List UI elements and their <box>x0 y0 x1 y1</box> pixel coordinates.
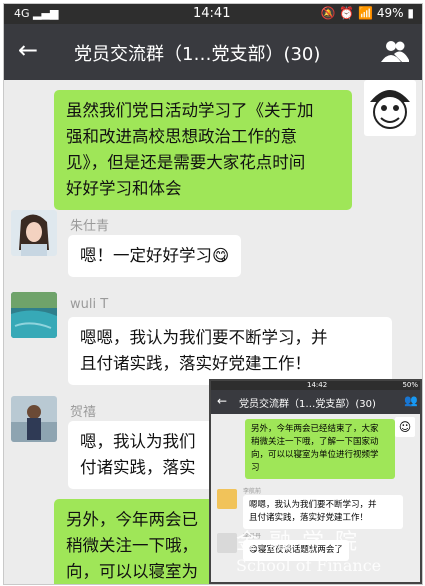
watermark-subtitle: School of Finance <box>236 556 382 575</box>
message-bubble-self[interactable]: 虽然我们党日活动学习了《关于加 强和改进高校思想政治工作的意 见》，但是还是需要… <box>54 90 352 210</box>
message-line: 强和改进高校思想政治工作的意 <box>66 127 297 146</box>
sender-name: wuli T <box>70 297 109 312</box>
wifi-icon: 📶 <box>358 6 374 20</box>
inset-avatar <box>217 489 237 509</box>
sender-name: 朱仕青 <box>70 219 110 234</box>
battery-level: 49% <box>376 6 404 20</box>
message-line: 虽然我们党日活动学习了《关于加 <box>66 101 314 120</box>
message-bubble[interactable]: 嗯嗯，我认为我们要不断学习，并 且付诸实践，落实好党建工作！ <box>68 317 392 385</box>
sender-name: 贺禧 <box>70 405 97 420</box>
alarm-icon: ⏰ <box>339 6 355 20</box>
watermark: 金 融 学 院 School of Finance <box>236 524 381 575</box>
battery-icon: ▮ <box>407 6 414 20</box>
inset-status-bar: 14:42 50% <box>211 381 420 390</box>
inset-members-icon: 👥 <box>404 394 418 407</box>
inset-message-line: 嗯嗯，我认为我们要不断学习，并 <box>249 500 377 510</box>
signal-indicator: 4G ▂▄▆ <box>14 7 59 20</box>
avatar-zhu[interactable] <box>11 210 57 256</box>
status-time: 14:41 <box>193 6 231 21</box>
inset-avatar <box>217 533 237 553</box>
network-label: 4G <box>14 7 30 20</box>
back-arrow-icon[interactable]: ← <box>18 36 38 64</box>
inset-message-bubble-self: 另外，今年两会已经结束了，大家 稍微关注一下哦，了解一下国家动 向，可以以寝室为… <box>245 419 395 479</box>
status-right: 🔕 ⏰ 📶 49% ▮ <box>321 6 414 20</box>
inset-sender-name: 李航前 <box>243 488 262 495</box>
message-bubble[interactable]: 嗯！一定好好学习😋 <box>68 235 242 277</box>
message-line: 嗯嗯，我认为我们要不断学习，并 <box>80 328 328 347</box>
group-members-icon[interactable] <box>380 38 410 64</box>
chat-screen: 4G ▂▄▆ 14:41 🔕 ⏰ 📶 49% ▮ ← 党员交流群（1…党支部）(… <box>3 3 423 585</box>
inset-time: 14:42 <box>307 381 328 389</box>
inset-chat-title: 党员交流群（1…党支部）(30) <box>239 399 376 410</box>
inset-message-line: 向，可以以寝室为单位进行视频学 <box>251 450 379 460</box>
message-text: 嗯！一定好好学习 <box>80 246 212 265</box>
avatar-self[interactable] <box>364 80 416 136</box>
inset-message-line: 另外，今年两会已经结束了，大家 <box>251 424 379 434</box>
message-line: 且付诸实践，落实好党建工作！ <box>80 354 311 373</box>
status-bar: 4G ▂▄▆ 14:41 🔕 ⏰ 📶 49% ▮ <box>4 4 422 24</box>
mute-icon: 🔕 <box>320 6 336 20</box>
inset-avatar-self: ☺ <box>395 417 415 437</box>
inset-back-arrow-icon: ← <box>217 394 228 408</box>
avatar-wuli-t[interactable] <box>11 292 57 338</box>
chat-title: 党员交流群（1…党支部）(30) <box>74 44 321 65</box>
inset-message-line: 稍微关注一下哦，了解一下国家动 <box>251 437 379 447</box>
inset-battery: 50% <box>402 381 418 389</box>
message-line: 好好学习和体会 <box>66 179 182 198</box>
chat-header: ← 党员交流群（1…党支部）(30) <box>4 24 422 80</box>
yum-emoji-icon: 😋 <box>212 246 230 265</box>
inset-message-line: 习 <box>251 463 260 473</box>
watermark-title: 金 融 学 院 <box>236 530 359 555</box>
inset-chat-header: ← 党员交流群（1…党支部）(30) 👥 <box>211 390 420 414</box>
avatar-he[interactable] <box>11 396 57 442</box>
message-line: 见》，但是还是需要大家花点时间 <box>66 153 306 172</box>
